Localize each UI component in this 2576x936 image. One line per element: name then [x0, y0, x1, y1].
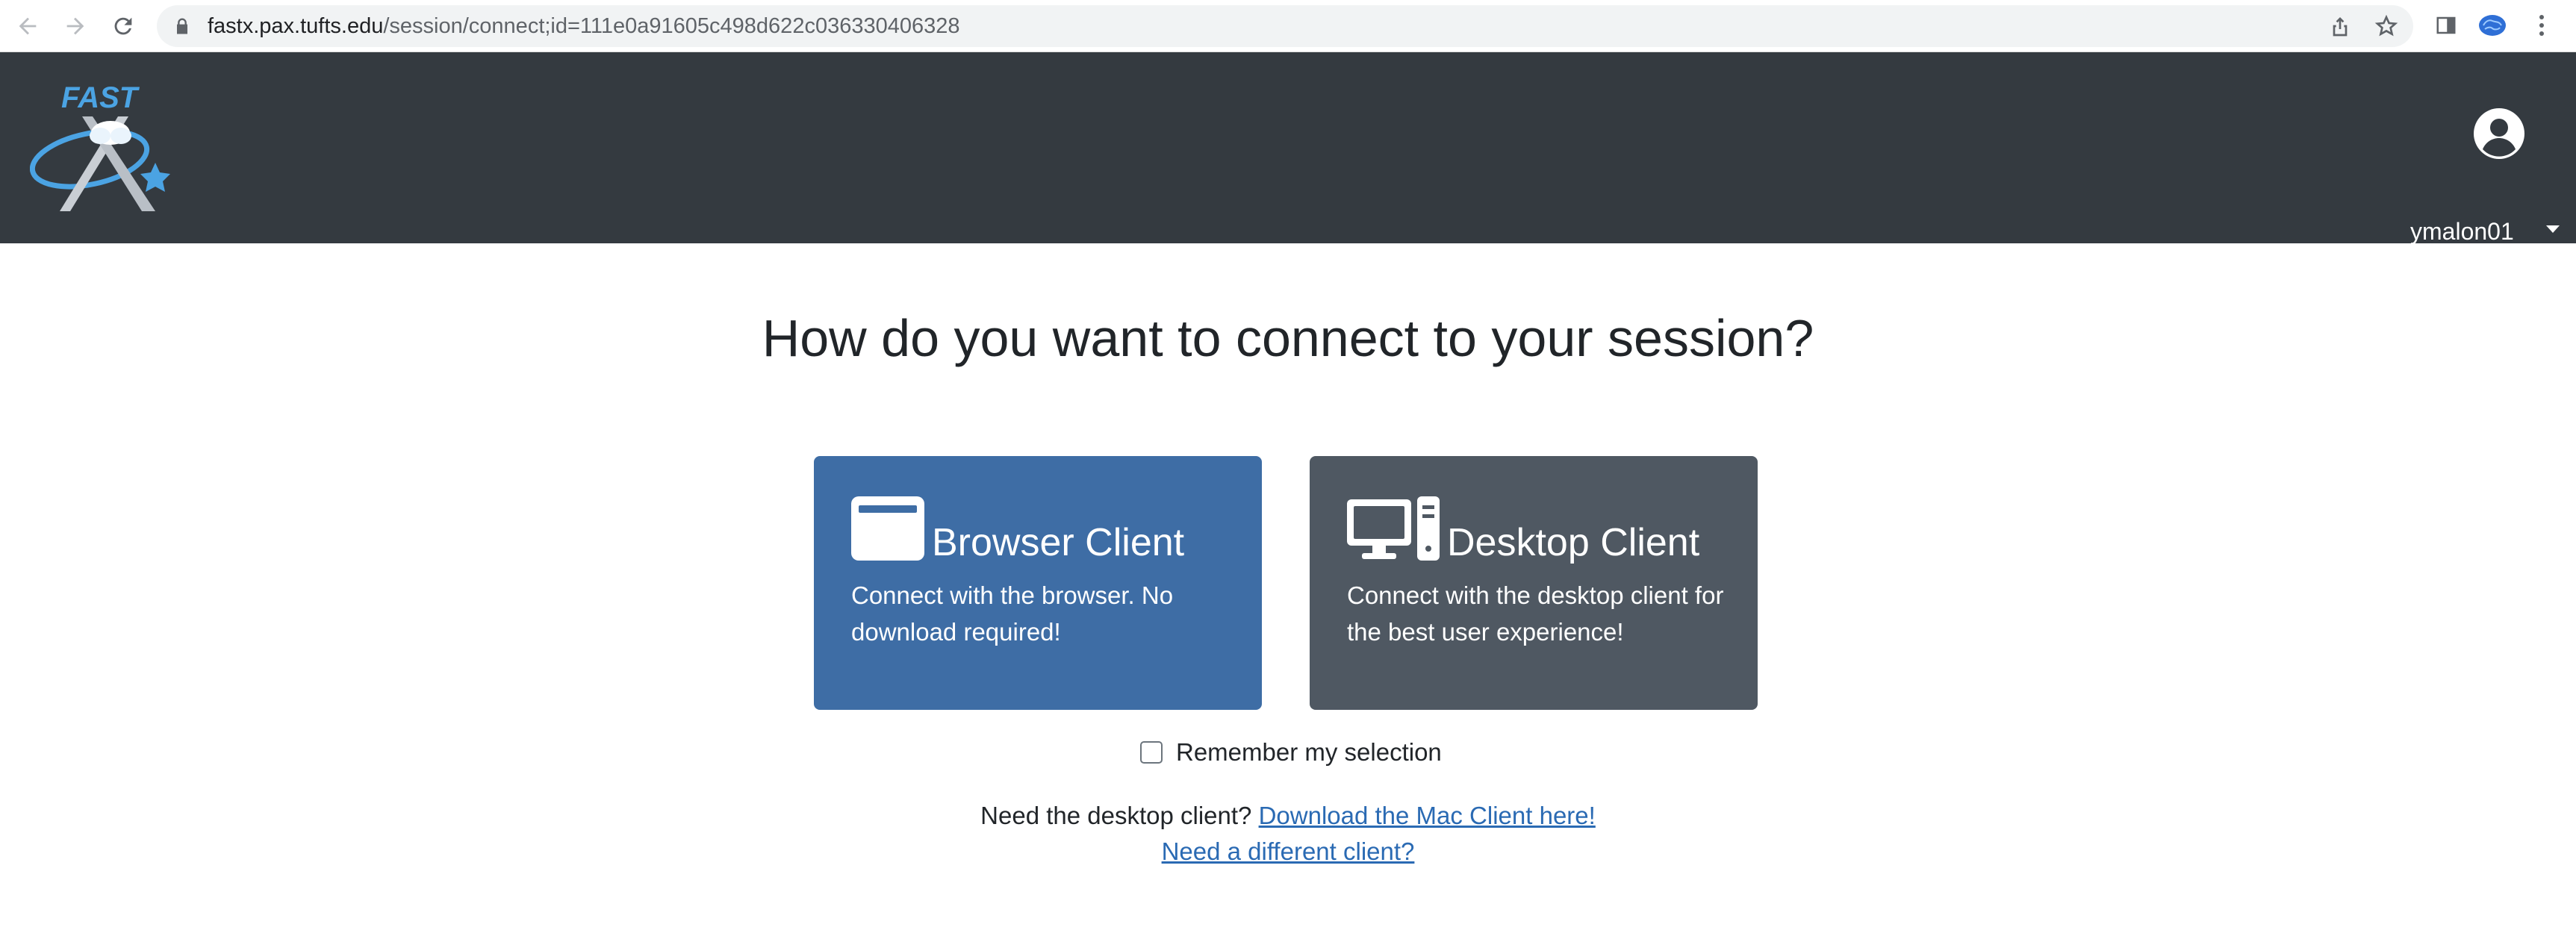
reload-button[interactable]: [105, 7, 142, 45]
browser-client-card[interactable]: Browser Client Connect with the browser.…: [814, 456, 1262, 710]
browser-menu-button[interactable]: [2527, 10, 2557, 40]
desktop-computer-icon: [1347, 496, 1440, 561]
remember-selection-label: Remember my selection: [1176, 738, 1442, 766]
kebab-menu-icon: [2539, 15, 2544, 36]
brain-extension-icon: [2479, 15, 2506, 36]
desktop-client-description: Connect with the desktop client for the …: [1347, 581, 1724, 646]
browser-toolbar: fastx.pax.tufts.edu/session/connect;id=1…: [0, 0, 2576, 52]
remember-selection-checkbox[interactable]: [1140, 741, 1163, 764]
help-prefix-text: Need the desktop client?: [980, 802, 1252, 829]
bookmark-star-icon[interactable]: [2374, 14, 2398, 38]
side-panel-button[interactable]: [2431, 10, 2461, 40]
different-client-help: Need a different client?: [0, 837, 2576, 866]
username-label: ymalon01: [2410, 218, 2514, 245]
url-host: fastx.pax.tufts.edu: [208, 14, 384, 38]
app-header: FAST ymalon01: [0, 52, 2576, 245]
caret-down-icon: [2546, 225, 2560, 233]
desktop-client-title: Desktop Client: [1447, 521, 1700, 564]
user-menu[interactable]: ymalon01: [2410, 107, 2560, 245]
different-client-link[interactable]: Need a different client?: [1162, 837, 1415, 865]
back-button[interactable]: [9, 7, 46, 45]
fastx-logo-icon: FAST: [29, 81, 170, 211]
desktop-client-card[interactable]: Desktop Client Connect with the desktop …: [1310, 456, 1758, 710]
page-title: How do you want to connect to your sessi…: [762, 309, 1814, 367]
arrow-right-icon: [66, 17, 84, 35]
desktop-client-help: Need the desktop client? Download the Ma…: [0, 802, 2576, 830]
url-text: fastx.pax.tufts.edu/session/connect;id=1…: [208, 5, 959, 47]
address-bar[interactable]: fastx.pax.tufts.edu/session/connect;id=1…: [157, 5, 2413, 47]
browser-client-description: Connect with the browser. No download re…: [851, 581, 1174, 646]
url-path: /session/connect;id=111e0a91605c498d622c…: [383, 14, 960, 38]
forward-button[interactable]: [57, 7, 94, 45]
share-icon[interactable]: [2328, 14, 2352, 38]
side-panel-icon: [2436, 16, 2456, 34]
extension-button[interactable]: [2477, 10, 2507, 40]
remember-selection[interactable]: Remember my selection: [1140, 737, 1442, 767]
browser-client-title: Browser Client: [932, 521, 1185, 564]
download-mac-client-link[interactable]: Download the Mac Client here!: [1259, 802, 1596, 829]
lock-icon: [177, 18, 187, 34]
reload-icon: [114, 17, 132, 35]
arrow-left-icon: [19, 17, 37, 35]
browser-window-icon: [851, 496, 924, 561]
logo-text: FAST: [61, 81, 140, 114]
user-avatar-icon: [2474, 108, 2524, 159]
fastx-logo[interactable]: FAST: [29, 81, 179, 215]
